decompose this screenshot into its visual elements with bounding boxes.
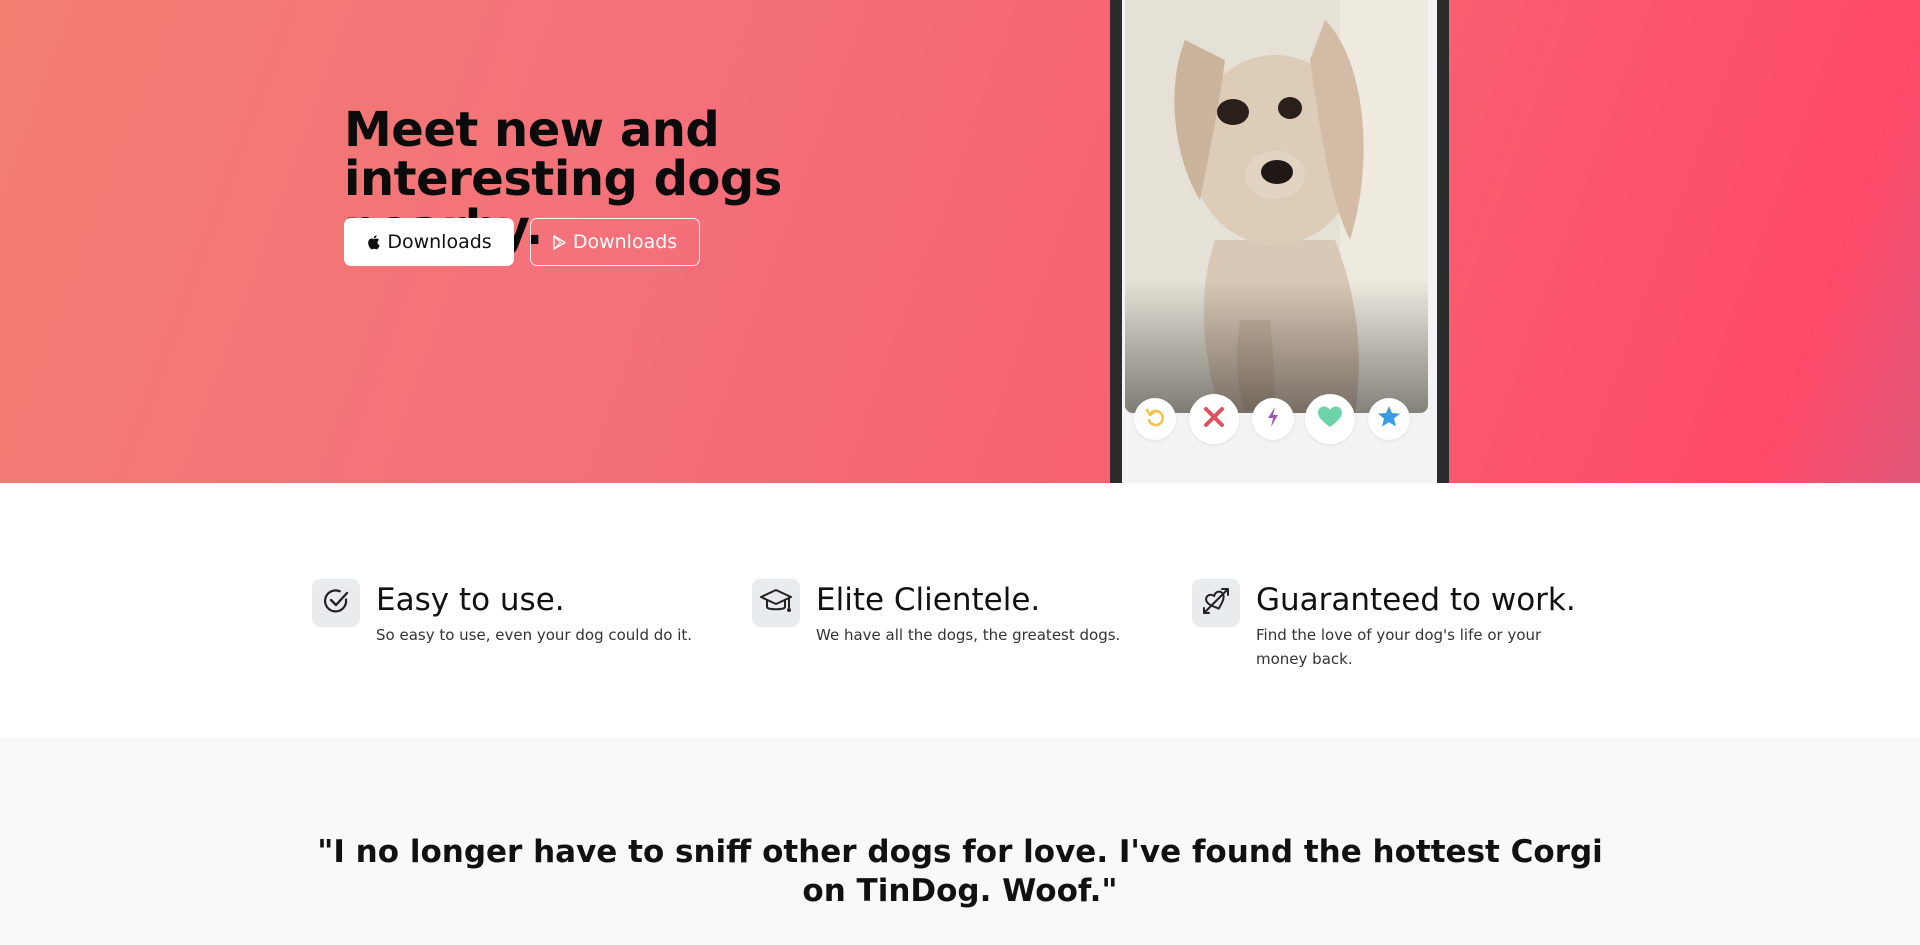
star-icon	[1378, 406, 1400, 432]
apple-download-label: Downloads	[387, 231, 492, 253]
feature-text: So easy to use, even your dog could do i…	[376, 626, 693, 644]
super-like-button[interactable]	[1368, 398, 1410, 440]
feature-text: We have all the dogs, the greatest dogs.	[816, 626, 1121, 644]
like-button[interactable]	[1305, 394, 1355, 444]
testimonial-quote: "I no longer have to sniff other dogs fo…	[317, 834, 1603, 909]
nope-button[interactable]	[1189, 394, 1239, 444]
feature-title: Easy to use.	[376, 582, 565, 618]
dog-photo	[1125, 0, 1428, 413]
features-section: Easy to use. So easy to use, even your d…	[0, 483, 1920, 737]
heart-arrow-icon	[1201, 586, 1231, 621]
apple-download-button[interactable]: Downloads	[344, 218, 514, 266]
undo-icon	[1144, 406, 1166, 433]
play-store-icon	[553, 234, 566, 250]
feature-icon-box	[752, 579, 800, 627]
testimonial-section: "I no longer have to sniff other dogs fo…	[0, 737, 1920, 945]
check-circle-icon	[322, 587, 350, 620]
feature-icon-box	[1192, 579, 1240, 627]
phone-screen	[1122, 0, 1437, 483]
heart-icon	[1318, 406, 1342, 433]
play-download-label: Downloads	[572, 231, 678, 253]
swipe-actions	[1122, 388, 1437, 448]
close-icon	[1203, 406, 1225, 433]
feature-icon-box	[312, 579, 360, 627]
hero-section: Meet new and interesting dogs nearby. Do…	[0, 0, 1920, 483]
feature-title: Guaranteed to work.	[1256, 582, 1576, 618]
boost-button[interactable]	[1252, 398, 1294, 440]
phone-mockup	[1110, 0, 1449, 483]
feature-text: Find the love of your dog's life or your…	[1256, 626, 1542, 668]
feature-title: Elite Clientele.	[816, 582, 1041, 618]
lightning-icon	[1266, 406, 1280, 432]
rewind-button[interactable]	[1134, 398, 1176, 440]
play-download-button[interactable]: Downloads	[530, 218, 700, 266]
graduation-cap-icon	[760, 587, 792, 620]
apple-icon	[366, 234, 381, 250]
